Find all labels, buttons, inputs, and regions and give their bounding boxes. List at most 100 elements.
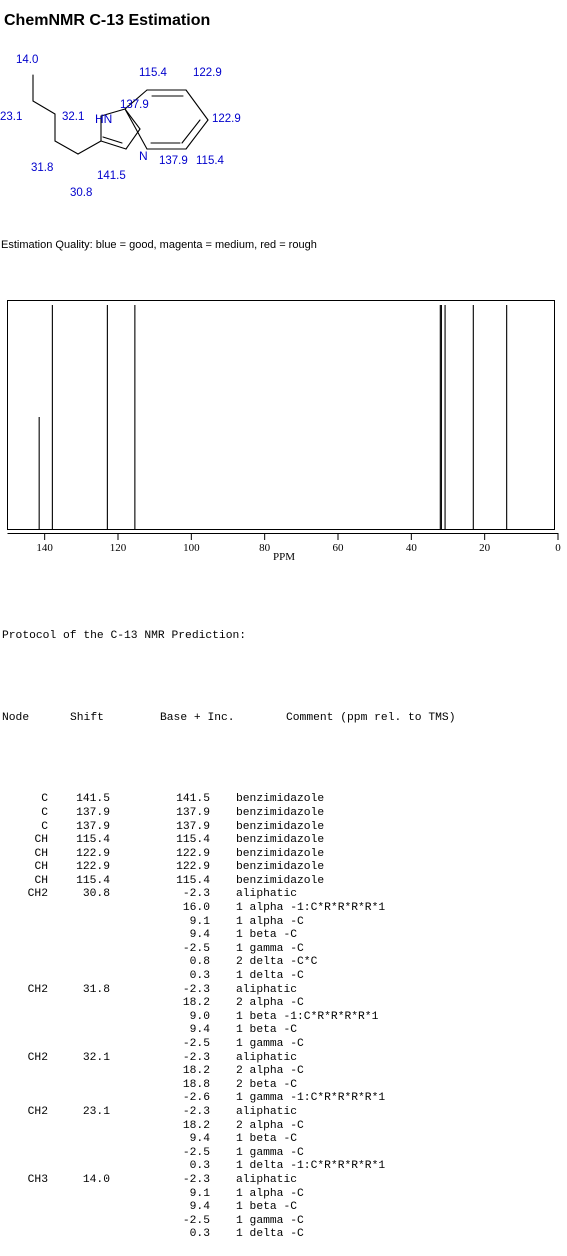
- protocol-row: CH2 31.8 -2.3 aliphatic: [2, 984, 565, 998]
- protocol-spacer-2: [2, 753, 565, 767]
- shift-label-14-0: 14.0: [16, 54, 38, 66]
- molecule-structure-diagram: HN N 14.0 23.1 32.1 31.8 30.8 141.5 137.…: [0, 38, 300, 218]
- protocol-header-comment: Comment (ppm rel. to TMS): [286, 711, 456, 724]
- protocol-cell-comment: aliphatic: [236, 983, 298, 996]
- protocol-cell-comment: benzimidazole: [236, 806, 325, 819]
- protocol-cell-comment: 1 beta -C: [236, 1133, 298, 1146]
- protocol-spacer: [2, 671, 565, 685]
- bond-benz-6: [124, 108, 148, 150]
- protocol-cell-shift: 115.4: [76, 834, 110, 847]
- shift-label-31-8: 31.8: [31, 162, 53, 174]
- shift-label-23-1: 23.1: [0, 111, 22, 123]
- protocol-cell-base: 18.2: [182, 1119, 210, 1132]
- protocol-cell-base: 115.4: [176, 834, 210, 847]
- protocol-cell-base: 16.0: [182, 902, 210, 915]
- axis-tick-group: [44, 534, 559, 540]
- protocol-cell-comment: 1 gamma -C: [236, 942, 304, 955]
- protocol-rows-container: C 141.5 141.5 benzimidazole C 137.9 137.9 benzi…: [2, 793, 565, 1242]
- protocol-cell-comment: benzimidazole: [236, 861, 325, 874]
- protocol-row: CH2 30.8 -2.3 aliphatic: [2, 888, 565, 902]
- protocol-row: CH 115.4 115.4 benzimidazole: [2, 834, 565, 848]
- protocol-cell-shift: 141.5: [76, 793, 110, 806]
- protocol-cell-comment: 1 delta -1:C*R*R*R*R*1: [236, 1160, 386, 1173]
- protocol-cell-base: -2.5: [182, 1214, 210, 1227]
- protocol-cell-shift: 30.8: [82, 888, 110, 901]
- protocol-cell-shift: 14.0: [82, 1173, 110, 1186]
- axis-tick-label: 40: [406, 542, 418, 554]
- protocol-cell-base: -2.5: [182, 942, 210, 955]
- protocol-cell-base: 9.4: [189, 1133, 210, 1146]
- protocol-row: -2.5 1 gamma -C: [2, 1038, 565, 1052]
- protocol-cell-comment: 1 beta -C: [236, 1024, 298, 1037]
- protocol-row: CH3 14.0 -2.3 aliphatic: [2, 1174, 565, 1188]
- protocol-cell-base: -2.3: [182, 1051, 210, 1064]
- structure-svg: HN N 14.0 23.1 32.1 31.8 30.8 141.5 137.…: [0, 54, 241, 199]
- protocol-cell-node: C: [41, 793, 48, 806]
- bond-c23-c32: [32, 100, 56, 115]
- protocol-cell-node: C: [41, 820, 48, 833]
- protocol-cell-comment: 1 alpha -1:C*R*R*R*R*1: [236, 902, 386, 915]
- protocol-cell-base: 9.4: [189, 1201, 210, 1214]
- protocol-cell-base: 0.8: [189, 956, 210, 969]
- protocol-cell-shift: 122.9: [76, 861, 110, 874]
- plot-frame: [7, 300, 555, 530]
- nmr-spectrum-chart: 140 120 100 80 60 40 20 0 PPM: [0, 292, 567, 577]
- protocol-cell-base: 18.8: [182, 1078, 210, 1091]
- protocol-cell-comment: 1 beta -C: [236, 929, 298, 942]
- protocol-cell-base: -2.5: [182, 1038, 210, 1050]
- protocol-row: -2.5 1 gamma -C: [2, 943, 565, 957]
- protocol-cell-comment: aliphatic: [236, 888, 298, 901]
- protocol-cell-node: C: [41, 806, 48, 819]
- protocol-row: -2.5 1 gamma -C: [2, 1215, 565, 1229]
- bond-n-c2: [100, 140, 127, 150]
- protocol-row: 0.3 1 delta -C: [2, 970, 565, 984]
- protocol-cell-base: -2.6: [182, 1092, 210, 1105]
- protocol-cell-comment: 2 alpha -C: [236, 1119, 304, 1132]
- shift-label-137-9-a: 137.9: [120, 99, 149, 111]
- shift-label-137-9-b: 137.9: [159, 155, 188, 167]
- shift-label-30-8: 30.8: [70, 187, 92, 199]
- protocol-row: 0.3 1 delta -1:C*R*R*R*R*1: [2, 1160, 565, 1174]
- protocol-row: CH2 32.1 -2.3 aliphatic: [2, 1052, 565, 1066]
- bond-benz-3: [185, 89, 209, 121]
- protocol-row: 18.8 2 beta -C: [2, 1079, 565, 1093]
- protocol-cell-comment: 2 beta -C: [236, 1078, 298, 1091]
- protocol-cell-comment: aliphatic: [236, 1105, 298, 1118]
- protocol-cell-comment: 2 delta -C*C: [236, 956, 318, 969]
- protocol-cell-comment: 1 gamma -C: [236, 1214, 304, 1227]
- protocol-row: CH 122.9 122.9 benzimidazole: [2, 848, 565, 862]
- protocol-cell-comment: aliphatic: [236, 1051, 298, 1064]
- protocol-header-row: Node Shift Base + Inc. Comment (ppm rel. to…: [2, 712, 565, 726]
- protocol-cell-shift: 122.9: [76, 847, 110, 860]
- protocol-row: 18.2 2 alpha -C: [2, 997, 565, 1011]
- axis-tick-label: 20: [479, 542, 491, 554]
- protocol-cell-base: -2.3: [182, 983, 210, 996]
- protocol-cell-base: -2.5: [182, 1146, 210, 1159]
- protocol-cell-base: 137.9: [176, 820, 210, 833]
- shift-label-115-4-b: 115.4: [196, 155, 225, 167]
- protocol-header-shift: Shift: [70, 711, 104, 724]
- protocol-cell-shift: 115.4: [76, 874, 110, 887]
- atom-label-hn: HN: [95, 112, 112, 126]
- protocol-cell-base: 137.9: [176, 806, 210, 819]
- protocol-cell-node: CH: [34, 834, 48, 847]
- x-axis-title: PPM: [273, 551, 295, 563]
- bond-lines: [32, 74, 209, 155]
- protocol-cell-base: 0.3: [189, 970, 210, 983]
- protocol-cell-node: CH: [34, 861, 48, 874]
- protocol-cell-comment: 1 alpha -C: [236, 915, 304, 928]
- protocol-cell-base: 9.4: [189, 1024, 210, 1037]
- protocol-cell-base: 115.4: [176, 874, 210, 887]
- protocol-row: 18.2 2 alpha -C: [2, 1120, 565, 1134]
- protocol-row: 9.4 1 beta -C: [2, 1024, 565, 1038]
- protocol-cell-base: 18.2: [182, 1065, 210, 1078]
- protocol-cell-base: 18.2: [182, 997, 210, 1010]
- protocol-cell-shift: 23.1: [82, 1105, 110, 1118]
- protocol-row: CH 115.4 115.4 benzimidazole: [2, 875, 565, 889]
- protocol-cell-comment: 1 delta -C: [236, 1228, 304, 1241]
- protocol-row: C 137.9 137.9 benzimidazole: [2, 807, 565, 821]
- protocol-row: 9.1 1 alpha -C: [2, 916, 565, 930]
- axis-tick-label: 140: [36, 542, 53, 554]
- protocol-row: 18.2 2 alpha -C: [2, 1065, 565, 1079]
- bond-benz-inner-right: [181, 119, 201, 144]
